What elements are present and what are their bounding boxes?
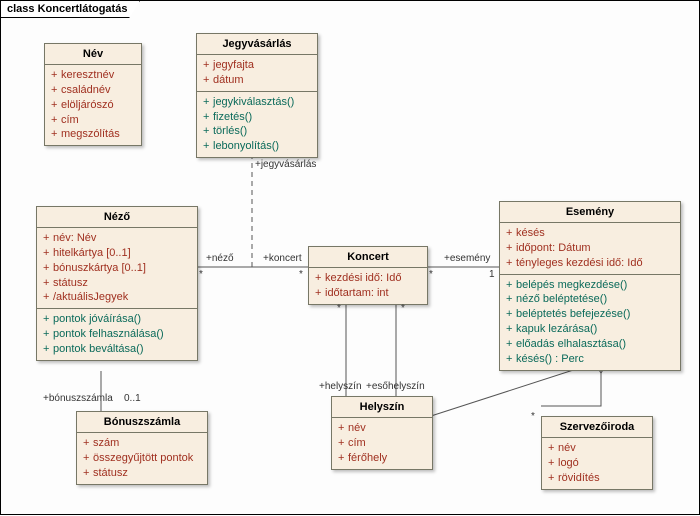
role-bonusz: +bónuszszámla [43, 393, 113, 404]
class-jegyvasarlas: Jegyvásárlás +jegyfajta +dátum +jegykivá… [196, 33, 318, 158]
op: pontok felhasználása() [53, 328, 164, 340]
op: lebonyolítás() [213, 140, 279, 152]
attr: /aktuálisJegyek [53, 291, 128, 303]
op: fizetés() [213, 111, 252, 123]
op: késés() : Perc [516, 353, 584, 365]
attr: státusz [53, 277, 88, 289]
attr-section: +név +logó +rövidítés [542, 438, 652, 489]
op: pontok jóváírása() [53, 313, 141, 325]
attr-section: +név: Név +hitelkártya [0..1] +bónuszkár… [37, 228, 197, 309]
attr: cím [61, 114, 79, 126]
role-esohelyszin: +esőhelyszín [366, 381, 425, 392]
attr: családnév [61, 84, 111, 96]
class-koncert: Koncert +kezdési idő: Idő +időtartam: in… [308, 246, 428, 305]
class-title: Bónuszszámla [77, 412, 207, 433]
class-helyszin: Helyszín +név +cím +férőhely [331, 396, 433, 470]
attr: cím [348, 437, 366, 449]
role-helyszin: +helyszín [319, 381, 362, 392]
role-koncert: +koncert [263, 253, 302, 264]
class-title: Név [45, 44, 141, 65]
attr: időpont: Dátum [516, 242, 591, 254]
attr-section: +késés +időpont: Dátum +tényleges kezdés… [500, 223, 680, 275]
attr: időtartam: int [325, 287, 389, 299]
attr: bónuszkártya [0..1] [53, 262, 146, 274]
class-title: Koncert [309, 247, 427, 268]
op: kapuk lezárása() [516, 323, 597, 335]
attr-section: +keresztnév +családnév +elöljárószó +cím… [45, 65, 141, 145]
mult: * [337, 303, 341, 314]
frame-label: class Koncertlátogatás [0, 0, 140, 18]
role-nezo: +néző [206, 253, 234, 264]
uml-frame: class Koncertlátogatás Név +keresztnév +… [0, 0, 700, 515]
mult: * [299, 269, 303, 280]
attr: férőhely [348, 452, 387, 464]
attr: név [558, 442, 576, 454]
class-title: Szervezőiroda [542, 417, 652, 438]
class-title: Helyszín [332, 397, 432, 418]
attr: név [348, 422, 366, 434]
op: törlés() [213, 125, 247, 137]
class-title: Néző [37, 207, 197, 228]
op-section: +jegykiválasztás() +fizetés() +törlés() … [197, 92, 317, 157]
attr: státusz [93, 467, 128, 479]
op-section: +pontok jóváírása() +pontok felhasználás… [37, 309, 197, 360]
class-nezo: Néző +név: Név +hitelkártya [0..1] +bónu… [36, 206, 198, 361]
op: előadás elhalasztása() [516, 338, 626, 350]
class-nev: Név +keresztnév +családnév +elöljárószó … [44, 43, 142, 146]
attr: megszólítás [61, 128, 120, 140]
attr: hitelkártya [0..1] [53, 247, 131, 259]
attr-section: +jegyfajta +dátum [197, 55, 317, 92]
attr-section: +kezdési idő: Idő +időtartam: int [309, 268, 427, 304]
mult: * [401, 303, 405, 314]
attr: jegyfajta [213, 59, 254, 71]
attr: tényleges kezdési idő: Idő [516, 257, 643, 269]
op: belépés megkezdése() [516, 279, 627, 291]
class-bonusz: Bónuszszámla +szám +összegyűjtött pontok… [76, 411, 208, 485]
attr: szám [93, 437, 119, 449]
role-esemeny: +esemény [444, 253, 490, 264]
attr: összegyűjtött pontok [93, 452, 193, 464]
mult: * [531, 411, 535, 422]
mult: * [429, 269, 433, 280]
class-title: Esemény [500, 202, 680, 223]
attr-section: +szám +összegyűjtött pontok +státusz [77, 433, 207, 484]
attr: kezdési idő: Idő [325, 272, 401, 284]
attr: késés [516, 227, 545, 239]
attr: név: Név [53, 232, 96, 244]
attr: rövidítés [558, 472, 600, 484]
op-section: +belépés megkezdése() +néző beléptetése(… [500, 275, 680, 370]
attr: dátum [213, 74, 244, 86]
attr-section: +név +cím +férőhely [332, 418, 432, 469]
op: pontok beváltása() [53, 343, 144, 355]
class-szervezo: Szervezőiroda +név +logó +rövidítés [541, 416, 653, 490]
class-esemeny: Esemény +késés +időpont: Dátum +ténylege… [499, 201, 681, 371]
mult: 1 [489, 269, 495, 280]
mult: * [199, 269, 203, 280]
op: néző beléptetése() [516, 293, 607, 305]
mult: 0..1 [124, 393, 141, 404]
attr: elöljárószó [61, 99, 114, 111]
op: jegykiválasztás() [213, 96, 294, 108]
attr: keresztnév [61, 69, 114, 81]
class-title: Jegyvásárlás [197, 34, 317, 55]
op: beléptetés befejezése() [516, 308, 630, 320]
attr: logó [558, 457, 579, 469]
role-jegyvasarlas: +jegyvásárlás [255, 159, 316, 170]
